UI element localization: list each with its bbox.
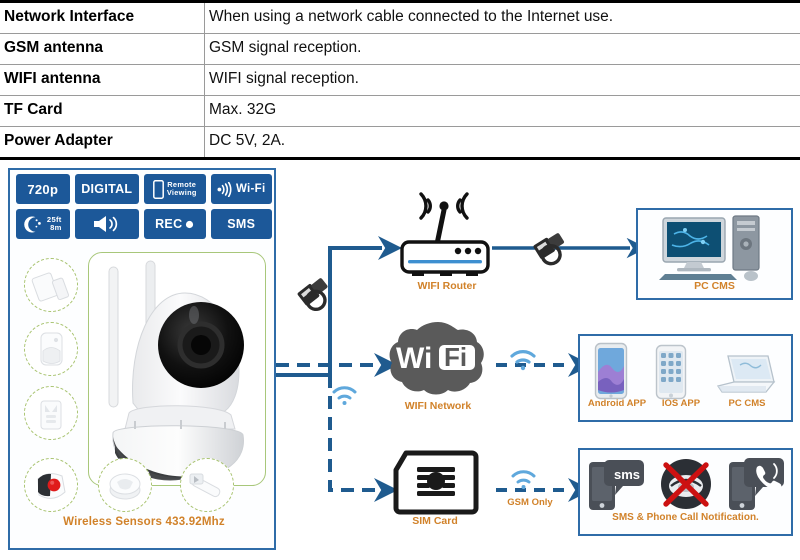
spec-label: WIFI antenna xyxy=(0,65,205,96)
android-phone-icon xyxy=(594,342,628,400)
pc-cms-label: PC CMS xyxy=(636,280,793,292)
laptop-icon xyxy=(714,352,778,400)
moon-stars-icon xyxy=(24,215,44,234)
spec-label: Power Adapter xyxy=(0,127,205,159)
wifi-signal-icon xyxy=(217,182,233,197)
badge-label-wrap: 25ft 8m xyxy=(47,216,62,232)
badge-label: REC xyxy=(155,217,182,231)
client-apps-row xyxy=(580,336,791,400)
table-row: Network Interface When using a network c… xyxy=(0,2,800,34)
wireless-sensors-label: Wireless Sensors 433.92Mhz xyxy=(10,516,278,528)
android-app-label: Android APP xyxy=(578,398,656,409)
badge-night-vision[interactable]: 25ft 8m xyxy=(16,209,70,239)
wifi-network-label: WIFI Network xyxy=(378,400,498,412)
wifi-router-node xyxy=(392,182,502,278)
spec-value: When using a network cable connected to … xyxy=(205,2,800,34)
badge-audio[interactable] xyxy=(75,209,139,239)
badge-label-line2: Viewing xyxy=(167,189,197,197)
smoke-detector-sensor-icon xyxy=(103,463,147,507)
sensor-pir-motion xyxy=(24,322,78,376)
feature-badge-group: 720p DIGITAL Remote Viewing xyxy=(16,174,272,244)
sensor-remote-control xyxy=(24,386,78,440)
wifi-arc-icon xyxy=(334,388,355,405)
sms-notification-row: sms xyxy=(580,450,791,515)
feature-badge-row: 720p DIGITAL Remote Viewing xyxy=(16,174,272,204)
remote-control-sensor-icon xyxy=(29,391,73,435)
badge-resolution[interactable]: 720p xyxy=(16,174,70,204)
pir-motion-sensor-icon xyxy=(29,327,73,371)
system-topology-diagram: 720p DIGITAL Remote Viewing xyxy=(0,160,800,560)
table-row: GSM antenna GSM signal reception. xyxy=(0,34,800,65)
sensor-smoke-detector xyxy=(98,458,152,512)
wifi-router-label: WIFI Router xyxy=(392,280,502,292)
badge-label: 720p xyxy=(27,182,58,197)
sensor-door-window xyxy=(24,258,78,312)
wifi-router-icon xyxy=(392,182,502,278)
record-dot-icon xyxy=(185,220,194,229)
wifi-arc-icon xyxy=(512,352,534,371)
gas-detector-sensor-icon xyxy=(185,463,229,507)
spec-label: GSM antenna xyxy=(0,34,205,65)
table-row: TF Card Max. 32G xyxy=(0,96,800,127)
pc-cms-app-label: PC CMS xyxy=(712,398,782,409)
feature-badge-row: 25ft 8m REC xyxy=(16,209,272,239)
badge-sms[interactable]: SMS xyxy=(211,209,272,239)
table-row: WIFI antenna WIFI signal reception. xyxy=(0,65,800,96)
badge-recording[interactable]: REC xyxy=(144,209,205,239)
badge-digital[interactable]: DIGITAL xyxy=(75,174,139,204)
ios-phone-icon xyxy=(655,344,687,400)
sensor-gas-detector xyxy=(180,458,234,512)
gsm-only-label: GSM Only xyxy=(490,497,570,508)
badge-label: SMS xyxy=(227,217,255,231)
phone-call-icon xyxy=(727,456,785,512)
badge-label: Wi-Fi xyxy=(236,183,266,195)
sim-card-node xyxy=(384,450,488,516)
spec-value: WIFI signal reception. xyxy=(205,65,800,96)
sms-notification-label: SMS & Phone Call Notification. xyxy=(578,512,793,523)
sim-card-icon xyxy=(384,450,488,516)
spec-value: DC 5V, 2A. xyxy=(205,127,800,159)
door-window-sensor-icon xyxy=(29,263,73,307)
badge-wifi[interactable]: Wi-Fi xyxy=(211,174,272,204)
ip-camera-illustration xyxy=(89,253,265,485)
sms-bubble-text: sms xyxy=(614,467,640,482)
wifi-arc-icon xyxy=(513,472,534,489)
spec-value: Max. 32G xyxy=(205,96,800,127)
sim-card-label: SIM Card xyxy=(380,515,490,527)
wifi-logo-icon: Wi Fi xyxy=(382,318,494,404)
spec-label: Network Interface xyxy=(0,2,205,34)
spec-value: GSM signal reception. xyxy=(205,34,800,65)
camera-feature-panel: 720p DIGITAL Remote Viewing xyxy=(8,168,276,550)
phone-icon xyxy=(153,180,164,199)
panic-button-sensor-icon xyxy=(29,463,73,507)
table-row: Power Adapter DC 5V, 2A. xyxy=(0,127,800,159)
speaker-icon xyxy=(92,214,122,234)
badge-label-line2: 8m xyxy=(50,224,62,232)
specification-table: Network Interface When using a network c… xyxy=(0,0,800,160)
svg-text:Wi: Wi xyxy=(396,342,432,375)
desktop-computer-icon xyxy=(641,212,791,282)
sms-message-icon: sms xyxy=(587,456,645,512)
svg-text:Fi: Fi xyxy=(444,342,467,372)
ip-camera-image xyxy=(88,252,266,486)
ios-app-label: IOS APP xyxy=(650,398,712,409)
badge-remote-viewing[interactable]: Remote Viewing xyxy=(144,174,205,204)
no-call-crossed-icon xyxy=(658,456,714,512)
wifi-network-node: Wi Fi xyxy=(382,318,494,404)
sensor-panic-button xyxy=(24,458,78,512)
spec-label: TF Card xyxy=(0,96,205,127)
badge-label-wrap: Remote Viewing xyxy=(167,181,197,197)
badge-label: DIGITAL xyxy=(81,182,132,196)
